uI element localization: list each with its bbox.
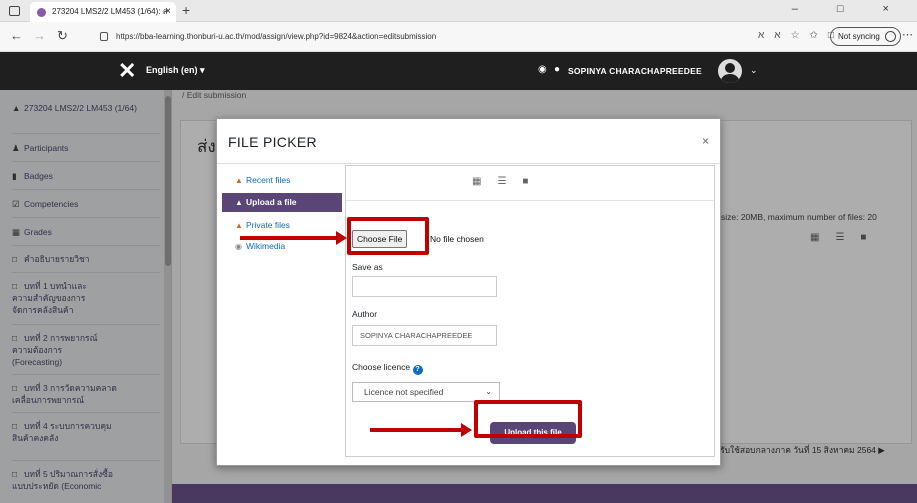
browser-tab[interactable]: 273204 LMS2/2 LM453 (1/64): ส่ × <box>30 2 176 22</box>
repo-private-files[interactable]: ▲ Private files <box>222 216 342 235</box>
annotation-arrow-choose-file <box>240 231 347 245</box>
lock-icon <box>100 32 108 41</box>
close-drawer-icon[interactable]: ✕ <box>118 58 136 84</box>
licence-label-text: Choose licence <box>352 362 411 372</box>
url-text: https://bba-learning.thonburi-u.ac.th/mo… <box>116 32 437 41</box>
site-navbar: ✕ English (en) ▾ ◉ ● SOPINYA CHARACHAPRE… <box>0 52 917 90</box>
dialog-title: FILE PICKER <box>228 134 317 150</box>
licence-selected-value: Licence not specified <box>364 387 444 397</box>
save-as-label: Save as <box>352 262 383 272</box>
tab-close-icon[interactable]: × <box>165 2 171 22</box>
sync-button[interactable]: Not syncing <box>830 27 901 46</box>
annotation-arrow-upload <box>370 423 472 437</box>
divider <box>346 200 714 201</box>
reload-icon[interactable]: ↻ <box>57 28 68 44</box>
licence-select[interactable]: Licence not specified ⌄ <box>352 382 500 402</box>
repo-recent-files[interactable]: ▲ Recent files <box>222 171 342 190</box>
url-field[interactable]: https://bba-learning.thonburi-u.ac.th/mo… <box>96 27 796 47</box>
help-icon[interactable]: ? <box>412 365 423 375</box>
forward-arrow-icon[interactable]: → <box>33 28 46 43</box>
repo-upload-a-file[interactable]: ▲ Upload a file <box>222 193 342 212</box>
repo-label: Wikimedia <box>246 241 286 251</box>
back-arrow-icon[interactable]: ← <box>10 28 23 43</box>
profile-icon <box>884 31 896 42</box>
tab-actions-icon[interactable] <box>9 6 20 16</box>
licence-label: Choose licence ? <box>352 362 423 375</box>
chevron-down-icon: ⌄ <box>485 387 492 396</box>
close-icon[interactable]: × <box>702 134 709 148</box>
author-label: Author <box>352 309 378 319</box>
no-file-chosen-text: No file chosen <box>430 234 484 244</box>
divider <box>217 163 720 164</box>
annotation-highlight-upload <box>474 400 582 438</box>
avatar[interactable] <box>718 59 742 83</box>
user-menu-caret-icon[interactable]: ⌄ <box>750 65 758 76</box>
more-menu-icon[interactable]: ⋯ <box>902 28 913 41</box>
chat-icon[interactable]: ● <box>554 64 560 75</box>
tab-title: 273204 LMS2/2 LM453 (1/64): ส่ <box>52 7 168 16</box>
repo-label: Upload a file <box>246 197 297 207</box>
upload-icon: ▲ <box>235 198 243 207</box>
language-menu[interactable]: English (en) ▾ <box>146 65 205 76</box>
sync-label: Not syncing <box>838 32 880 41</box>
bell-icon[interactable]: ◉ <box>538 64 547 75</box>
user-name[interactable]: SOPINYA CHARACHAPREEDEE <box>568 66 702 76</box>
save-as-input[interactable] <box>352 276 497 297</box>
author-input[interactable]: SOPINYA CHARACHAPREEDEE <box>352 325 497 346</box>
repo-label: Recent files <box>246 175 291 185</box>
address-bar-row: ← → ↻ https://bba-learning.thonburi-u.ac… <box>0 22 917 52</box>
window-controls[interactable]: – □ × <box>792 3 907 15</box>
private-files-icon: ▲ <box>235 221 243 230</box>
browser-tab-bar: 273204 LMS2/2 LM453 (1/64): ส่ × + – □ × <box>0 0 917 22</box>
file-picker-dialog: FILE PICKER × ▲ Recent files ▲ Upload a fi… <box>216 118 721 466</box>
view-mode-icons[interactable]: ▦☰■ <box>472 176 544 187</box>
recent-files-icon: ▲ <box>235 176 243 185</box>
annotation-highlight-choose-file <box>347 217 429 255</box>
site-favicon-icon <box>37 8 46 17</box>
repo-label: Private files <box>246 220 290 230</box>
new-tab-button[interactable]: + <box>182 2 190 18</box>
